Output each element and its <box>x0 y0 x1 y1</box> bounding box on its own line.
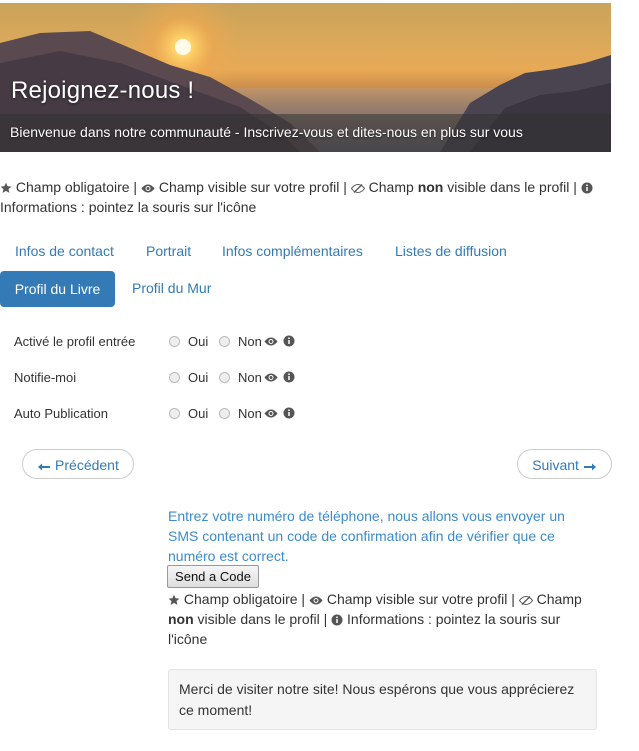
radio-oui-label: Oui <box>188 334 209 349</box>
legend-non: non <box>168 611 194 627</box>
eye-icon <box>141 183 155 194</box>
field-label: Auto Publication <box>14 406 108 421</box>
radio-non-label: Non <box>238 370 262 385</box>
previous-label: Précédent <box>55 457 119 473</box>
radio-oui[interactable] <box>169 372 180 383</box>
banner-subtitle: Bienvenue dans notre communauté - Inscri… <box>10 124 523 140</box>
legend-visible: Champ visible sur votre profil <box>326 591 508 607</box>
sms-instructions: Entrez votre numéro de téléphone, nous a… <box>168 508 565 564</box>
radio-oui-label: Oui <box>188 370 209 385</box>
send-code-button[interactable]: Send a Code <box>167 565 259 588</box>
radio-oui[interactable] <box>169 336 180 347</box>
legend-champ: Champ <box>368 179 414 195</box>
radio-non-label: Non <box>238 406 262 421</box>
arrow-left-icon <box>37 462 51 472</box>
field-legend: Champ obligatoire | Champ visible sur vo… <box>0 177 610 217</box>
legend-champ: Champ <box>536 591 582 607</box>
info-circle-icon[interactable] <box>283 371 295 383</box>
field-legend-bottom: Champ obligatoire | Champ visible sur vo… <box>168 589 588 649</box>
legend-separator: | <box>323 611 328 627</box>
eye-slash-icon <box>518 595 533 606</box>
info-circle-icon[interactable] <box>283 335 295 347</box>
eye-icon <box>309 595 323 606</box>
eye-slash-icon <box>350 183 365 194</box>
tab-infos-complementaires[interactable]: Infos complémentaires <box>222 243 363 259</box>
tab-infos-contact[interactable]: Infos de contact <box>15 243 114 259</box>
hero-banner: Rejoignez-nous ! Bienvenue dans notre co… <box>0 3 611 152</box>
tab-profil-livre[interactable]: Profil du Livre <box>0 271 115 307</box>
info-circle-icon <box>581 182 593 194</box>
radio-oui-label: Oui <box>188 406 209 421</box>
legend-non: non <box>417 179 444 195</box>
arrow-right-icon <box>583 462 597 472</box>
info-circle-icon[interactable] <box>283 407 295 419</box>
previous-button[interactable]: Précédent <box>22 449 134 479</box>
radio-non[interactable] <box>219 372 230 383</box>
legend-separator: | <box>343 179 347 195</box>
legend-visible: Champ visible sur votre profil <box>158 179 340 195</box>
eye-icon <box>264 372 278 383</box>
field-label: Activé le profil entrée <box>14 334 136 349</box>
radio-non-label: Non <box>238 334 262 349</box>
info-circle-icon <box>331 614 343 626</box>
thanks-message: Merci de visiter notre site! Nous espéro… <box>179 681 575 718</box>
legend-not-visible: visible dans le profil <box>447 179 570 195</box>
next-label: Suivant <box>532 457 579 473</box>
legend-required: Champ obligatoire <box>183 591 298 607</box>
field-label: Notifie-moi <box>14 370 77 385</box>
legend-separator: | <box>301 591 306 607</box>
radio-non[interactable] <box>219 408 230 419</box>
eye-icon <box>264 336 278 347</box>
star-icon <box>0 182 12 194</box>
page-title: Rejoignez-nous ! <box>11 77 195 104</box>
field-row-notifie-moi: Notifie-moi Oui Non <box>14 368 314 388</box>
legend-separator: | <box>133 179 138 195</box>
tab-profil-mur[interactable]: Profil du Mur <box>132 280 211 296</box>
next-button[interactable]: Suivant <box>517 449 612 479</box>
legend-separator: | <box>511 591 515 607</box>
legend-not-visible: visible dans le profil <box>197 611 320 627</box>
field-row-profil-entree: Activé le profil entrée Oui Non <box>14 332 314 352</box>
tab-listes-diffusion[interactable]: Listes de diffusion <box>395 243 507 259</box>
legend-required: Champ obligatoire <box>15 179 130 195</box>
radio-oui[interactable] <box>169 408 180 419</box>
tab-portrait[interactable]: Portrait <box>146 243 191 259</box>
thanks-message-box: Merci de visiter notre site! Nous espéro… <box>168 669 597 730</box>
eye-icon <box>264 408 278 419</box>
star-icon <box>168 594 180 606</box>
legend-info: Informations : pointez la souris sur l'i… <box>0 199 257 215</box>
radio-non[interactable] <box>219 336 230 347</box>
field-row-auto-publication: Auto Publication Oui Non <box>14 404 314 424</box>
legend-separator: | <box>573 179 577 195</box>
